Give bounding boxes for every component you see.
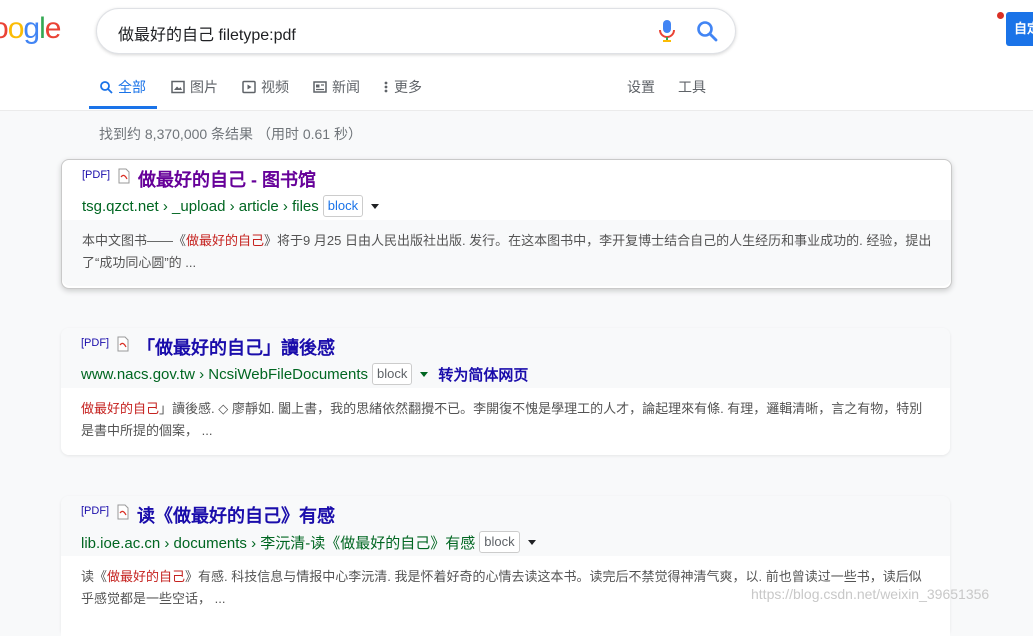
result-card: [PDF] 读《做最好的自己》有感 lib.ioe.ac.cn › docume… <box>61 496 950 636</box>
logo-letter: e <box>44 12 62 45</box>
tab-all[interactable]: 全部 <box>99 77 146 97</box>
snippet-highlight: 做最好的自己 <box>81 401 160 416</box>
tab-label: 全部 <box>118 79 146 95</box>
news-icon <box>313 81 327 93</box>
result-url: lib.ioe.ac.cn › documents › 李沅清-读《做最好的自己… <box>81 531 536 553</box>
snippet-text: 本中文图书——《 <box>82 233 187 248</box>
pdf-tag: [PDF] <box>81 505 110 517</box>
pdf-tag: [PDF] <box>82 169 111 181</box>
result-card: [PDF] 「做最好的自己」讀後感 www.nacs.gov.tw › Ncsi… <box>61 328 950 455</box>
convert-simplified-link[interactable]: 转为简体网页 <box>438 364 528 385</box>
pdf-file-icon <box>118 168 130 184</box>
result-stats: 找到约 8,370,000 条结果 （用时 0.61 秒） <box>99 126 362 142</box>
result-url-text[interactable]: www.nacs.gov.tw › NcsiWebFileDocuments <box>81 366 368 383</box>
snippet-highlight: 做最好的自己 <box>186 233 265 248</box>
logo-letter: g <box>23 12 40 45</box>
result-snippet: 做最好的自己」讀後感. ◇ 廖靜如. 闔上書，我的思緒依然翻攪不已。李開復不愧是… <box>81 398 931 442</box>
more-icon <box>384 81 388 93</box>
customize-button[interactable]: 自定 <box>1006 12 1033 46</box>
dropdown-arrow-icon[interactable] <box>420 371 429 377</box>
block-button[interactable]: block <box>479 531 520 553</box>
result-url: tsg.qzct.net › _upload › article › files… <box>82 195 380 217</box>
pdf-tag: [PDF] <box>81 337 110 349</box>
settings-link[interactable]: 设置 <box>627 77 655 97</box>
tab-label: 更多 <box>394 79 422 95</box>
result-title-link[interactable]: 做最好的自己 - 图书馆 <box>138 166 316 192</box>
search-box[interactable]: 做最好的自己 filetype:pdf <box>96 8 736 54</box>
snippet-area: 本中文图书——《做最好的自己》将于9 月25 日由人民出版社出版. 发行。在这本… <box>62 220 951 286</box>
video-icon <box>242 80 256 94</box>
result-title-link[interactable]: 「做最好的自己」讀後感 <box>137 334 335 360</box>
result-url-text[interactable]: tsg.qzct.net › _upload › article › files <box>82 198 319 215</box>
header-bar: oogle 做最好的自己 filetype:pdf 自定 全部 <box>0 0 1033 111</box>
result-card: [PDF] 做最好的自己 - 图书馆 tsg.qzct.net › _uploa… <box>61 159 952 289</box>
active-tab-indicator <box>89 106 157 109</box>
image-icon <box>171 80 185 94</box>
settings-label: 设置 <box>627 79 655 95</box>
tab-label: 图片 <box>190 79 218 95</box>
result-url-text[interactable]: lib.ioe.ac.cn › documents › 李沅清-读《做最好的自己… <box>81 532 475 553</box>
search-icon[interactable] <box>695 19 719 43</box>
tools-link[interactable]: 工具 <box>678 77 706 97</box>
tab-more[interactable]: 更多 <box>383 77 422 97</box>
watermark: https://blog.csdn.net/weixin_39651356 <box>751 586 990 602</box>
tab-news[interactable]: 新闻 <box>313 77 360 97</box>
result-title-link[interactable]: 读《做最好的自己》有感 <box>137 502 335 528</box>
pdf-file-icon <box>117 336 129 352</box>
result-url: www.nacs.gov.tw › NcsiWebFileDocuments b… <box>81 363 528 385</box>
search-input[interactable]: 做最好的自己 filetype:pdf <box>118 21 296 45</box>
tab-label: 新闻 <box>332 79 360 95</box>
google-logo[interactable]: oogle <box>0 12 62 46</box>
tab-videos[interactable]: 视频 <box>242 77 289 97</box>
tab-images[interactable]: 图片 <box>171 77 218 97</box>
microphone-icon[interactable] <box>657 19 677 43</box>
search-tabs: 全部 图片 视频 新闻 更多 设置 工具 <box>0 68 1033 110</box>
snippet-text: 读《 <box>81 569 108 584</box>
tab-label: 视频 <box>261 79 289 95</box>
block-button[interactable]: block <box>322 195 364 217</box>
snippet-text: 」讀後感. ◇ 廖靜如. 闔上書，我的思緒依然翻攪不已。李開復不愧是學理工的人才… <box>81 401 923 438</box>
tools-label: 工具 <box>678 79 706 95</box>
dropdown-arrow-icon[interactable] <box>527 539 536 545</box>
pdf-file-icon <box>117 504 129 520</box>
result-snippet: 本中文图书——《做最好的自己》将于9 月25 日由人民出版社出版. 发行。在这本… <box>82 230 932 274</box>
snippet-highlight: 做最好的自己 <box>107 569 186 584</box>
search-icon <box>100 81 113 94</box>
snippet-area: 做最好的自己」讀後感. ◇ 廖靜如. 闔上書，我的思緒依然翻攪不已。李開復不愧是… <box>61 388 950 455</box>
block-button[interactable]: block <box>372 363 413 385</box>
notification-dot <box>997 12 1004 19</box>
dropdown-arrow-icon[interactable] <box>371 203 380 209</box>
logo-letter: o <box>7 12 25 45</box>
logo-letter: o <box>0 12 9 46</box>
